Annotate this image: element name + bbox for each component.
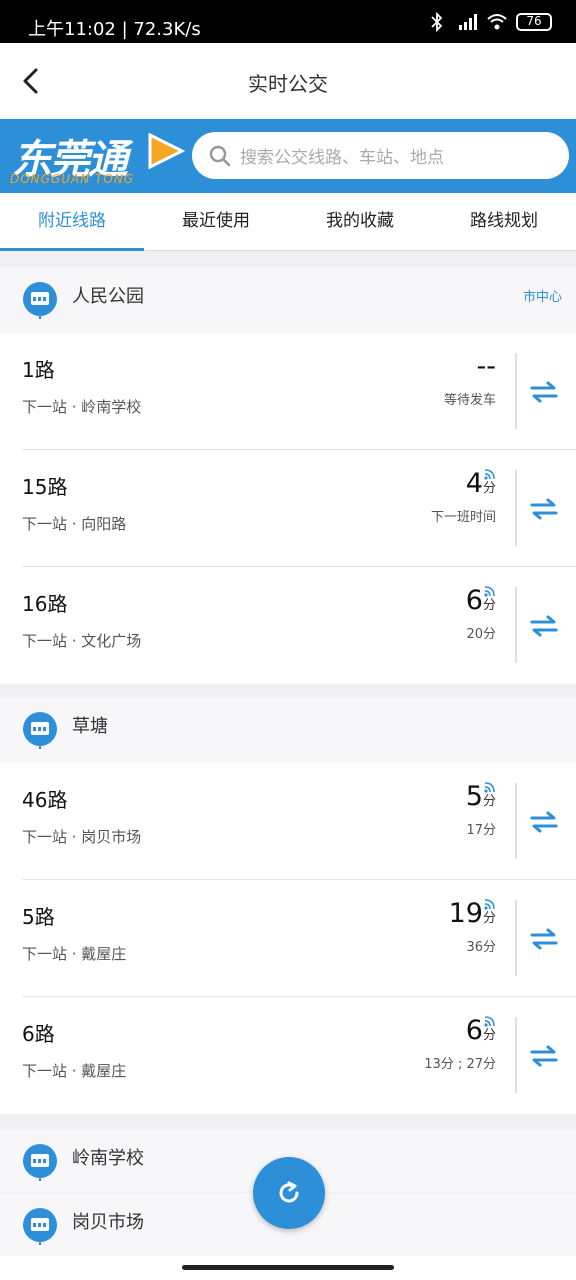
bus-stop-icon	[23, 282, 57, 319]
arrival-subtext: 13分 ; 27分	[424, 1057, 496, 1072]
realtime-signal-icon	[484, 586, 495, 597]
divider	[515, 470, 517, 546]
swap-direction-icon[interactable]	[528, 810, 560, 834]
swap-direction-icon[interactable]	[528, 927, 560, 951]
route-row[interactable]: 5路 下一站 · 戴屋庄 19分 36分	[0, 880, 576, 997]
arrival-unit: 分	[482, 1028, 496, 1043]
tab-bar: 附近线路 最近使用 我的收藏 路线规划	[0, 193, 576, 251]
route-next-stop: 下一站 · 岗贝市场	[22, 828, 142, 846]
route-next-stop: 下一站 · 戴屋庄	[22, 1062, 127, 1080]
route-next-stop: 下一站 · 向阳路	[22, 515, 127, 533]
swap-direction-icon[interactable]	[528, 614, 560, 638]
arrival-minutes: 4	[465, 468, 483, 499]
tab-favorites[interactable]: 我的收藏	[288, 193, 432, 250]
page-title: 实时公交	[248, 72, 328, 96]
app-logo: 东莞通 DONGGUAN TONG	[10, 127, 188, 187]
bus-stop-icon	[23, 712, 57, 749]
logo-play-icon	[148, 133, 186, 169]
logo-text-en: DONGGUAN TONG	[10, 172, 135, 186]
arrival-time: --	[477, 351, 497, 382]
station-name: 人民公园	[72, 286, 144, 307]
tab-recent[interactable]: 最近使用	[144, 193, 288, 250]
arrival-subtext: 等待发车	[443, 393, 496, 408]
realtime-signal-icon	[484, 782, 495, 793]
route-name: 6路	[22, 1022, 55, 1046]
status-bar: 上午11:02 | 72.3K/s 76	[0, 0, 576, 43]
arrival-minutes: --	[476, 351, 497, 382]
arrival-minutes: 6	[465, 585, 483, 616]
swap-direction-icon[interactable]	[528, 1044, 560, 1068]
arrival-subtext: 20分	[466, 627, 496, 642]
divider	[515, 783, 517, 859]
arrival-time: 5分	[466, 781, 496, 812]
bus-stop-icon	[23, 1208, 57, 1245]
tab-nearby-routes[interactable]: 附近线路	[0, 193, 144, 251]
divider	[515, 900, 517, 976]
realtime-signal-icon	[484, 469, 495, 480]
arrival-unit: 分	[482, 911, 496, 926]
arrival-unit: 分	[482, 481, 496, 496]
battery-level: 76	[526, 14, 542, 28]
arrival-subtext: 17分	[466, 823, 496, 838]
arrival-minutes: 5	[465, 781, 483, 812]
station-header[interactable]: 草塘	[0, 697, 576, 763]
station-name: 草塘	[72, 716, 108, 737]
refresh-icon	[279, 1181, 299, 1203]
station-area-tag: 市中心	[522, 290, 562, 305]
battery-icon: 76	[516, 13, 552, 31]
route-row[interactable]: 46路 下一站 · 岗贝市场 5分 17分	[0, 763, 576, 880]
tab-route-planning[interactable]: 路线规划	[432, 193, 576, 250]
arrival-unit: 分	[482, 598, 496, 613]
home-indicator[interactable]	[182, 1265, 394, 1270]
arrival-unit: 分	[482, 794, 496, 809]
status-time: 上午11:02 | 72.3K/s	[28, 19, 201, 40]
banner: 东莞通 DONGGUAN TONG 搜索公交线路、车站、地点	[0, 119, 576, 193]
search-icon	[209, 145, 231, 167]
route-name: 16路	[22, 592, 68, 616]
arrival-time: 19分	[449, 898, 496, 929]
station-header[interactable]: 人民公园 市中心	[0, 267, 576, 333]
arrival-subtext: 36分	[466, 940, 496, 955]
signal-icon	[459, 14, 477, 30]
wifi-icon	[487, 14, 507, 30]
route-row[interactable]: 16路 下一站 · 文化广场 6分 20分	[0, 567, 576, 684]
search-placeholder: 搜索公交线路、车站、地点	[240, 148, 444, 168]
arrival-minutes: 6	[465, 1015, 483, 1046]
station-name: 岭南学校	[72, 1148, 144, 1169]
search-input[interactable]: 搜索公交线路、车站、地点	[192, 132, 569, 179]
station-name: 岗贝市场	[72, 1212, 144, 1233]
route-row[interactable]: 6路 下一站 · 戴屋庄 6分 13分 ; 27分	[0, 997, 576, 1114]
swap-direction-icon[interactable]	[528, 380, 560, 404]
route-name: 15路	[22, 475, 68, 499]
realtime-signal-icon	[484, 1016, 495, 1027]
divider	[515, 587, 517, 663]
route-name: 1路	[22, 358, 55, 382]
bus-stop-icon	[23, 1144, 57, 1181]
arrival-time: 6分	[466, 585, 496, 616]
route-name: 5路	[22, 905, 55, 929]
realtime-signal-icon	[484, 899, 495, 910]
refresh-button[interactable]	[253, 1157, 325, 1229]
title-bar: 实时公交	[0, 43, 576, 119]
swap-direction-icon[interactable]	[528, 497, 560, 521]
divider	[515, 1017, 517, 1093]
bluetooth-icon	[431, 11, 443, 33]
arrival-time: 6分	[466, 1015, 496, 1046]
route-next-stop: 下一站 · 文化广场	[22, 632, 142, 650]
route-row[interactable]: 1路 下一站 · 岭南学校 -- 等待发车	[0, 333, 576, 450]
route-name: 46路	[22, 788, 68, 812]
arrival-subtext: 下一班时间	[430, 510, 496, 525]
arrival-time: 4分	[466, 468, 496, 499]
status-icons: 76	[426, 11, 552, 33]
divider	[515, 353, 517, 429]
arrival-minutes: 19	[448, 898, 483, 929]
route-row[interactable]: 15路 下一站 · 向阳路 4分 下一班时间	[0, 450, 576, 567]
route-next-stop: 下一站 · 岭南学校	[22, 398, 142, 416]
route-next-stop: 下一站 · 戴屋庄	[22, 945, 127, 963]
